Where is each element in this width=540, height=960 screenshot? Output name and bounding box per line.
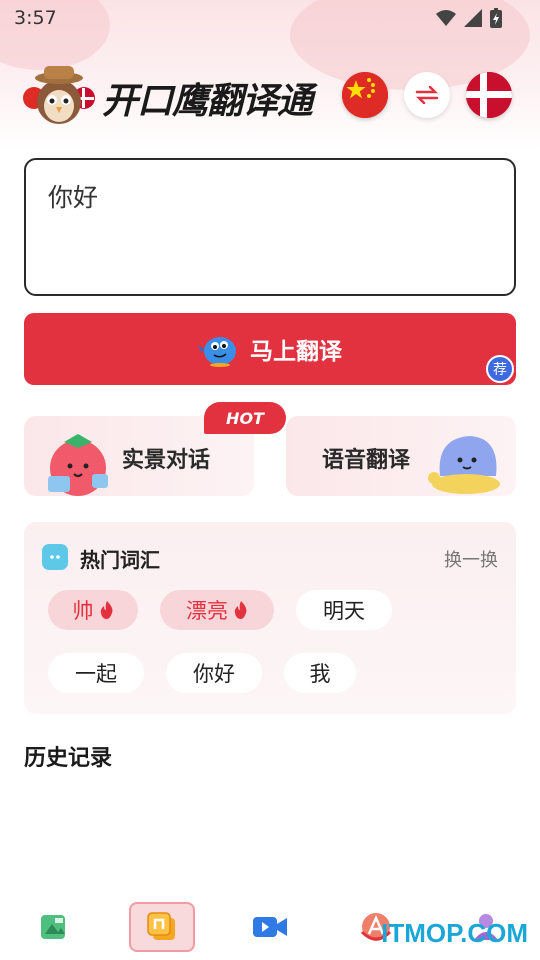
app-title: 开口鹰翻译通 bbox=[102, 81, 313, 122]
nav-photo-translate[interactable] bbox=[22, 902, 86, 952]
voice-translate-label: 语音翻译 bbox=[322, 448, 411, 473]
strawberry-mascot-icon bbox=[48, 434, 108, 496]
word-chip[interactable]: 你好 bbox=[166, 653, 262, 693]
eagle-mascot-icon bbox=[23, 66, 95, 124]
status-bar: 3:57 bbox=[0, 0, 540, 36]
word-chip-label: 我 bbox=[309, 662, 331, 686]
app-header: 开口鹰翻译通 bbox=[0, 62, 540, 132]
scene-dialogue-card[interactable]: 实景对话 HOT bbox=[24, 402, 286, 496]
nav-video[interactable] bbox=[238, 902, 302, 952]
nav-home-translate[interactable] bbox=[130, 902, 194, 952]
status-time: 3:57 bbox=[14, 7, 57, 29]
home-translate-icon bbox=[147, 912, 175, 940]
denmark-flag-icon bbox=[466, 72, 512, 118]
hot-tag: HOT bbox=[204, 402, 286, 434]
watermark: ITMOP.COM bbox=[381, 918, 528, 948]
photo-translate-icon bbox=[41, 915, 65, 939]
translate-input[interactable]: 你好 bbox=[24, 158, 516, 296]
source-language-button[interactable] bbox=[342, 72, 388, 118]
bird-mascot-icon bbox=[198, 337, 236, 367]
word-chip-label: 漂亮 bbox=[186, 599, 228, 623]
swap-language-button[interactable] bbox=[404, 72, 450, 118]
translate-button[interactable]: 马上翻译 荐 bbox=[24, 313, 516, 385]
word-chip-label: 帅 bbox=[72, 599, 94, 623]
history-title: 历史记录 bbox=[24, 746, 113, 771]
word-chip-label: 明天 bbox=[323, 599, 365, 623]
refresh-words-button[interactable]: 换一换 bbox=[444, 546, 498, 572]
battery-icon bbox=[490, 8, 502, 28]
recommend-badge: 荐 bbox=[486, 355, 514, 383]
signal-icon bbox=[464, 9, 482, 27]
voice-translate-card[interactable]: 语音翻译 bbox=[286, 416, 516, 496]
scene-dialogue-label: 实景对话 bbox=[122, 448, 211, 473]
word-chip[interactable]: 漂亮 bbox=[160, 590, 274, 630]
swap-arrows-icon bbox=[415, 86, 439, 104]
wifi-icon bbox=[436, 10, 456, 26]
hot-words-icon bbox=[42, 544, 68, 570]
hot-words-title: 热门词汇 bbox=[80, 548, 160, 572]
hot-words-panel: 热门词汇 换一换 帅 漂亮 明天 一起 你好 我 bbox=[24, 522, 516, 714]
word-chip[interactable]: 帅 bbox=[48, 590, 138, 630]
word-chip[interactable]: 明天 bbox=[296, 590, 392, 630]
word-chip[interactable]: 我 bbox=[284, 653, 356, 693]
flame-icon bbox=[234, 601, 247, 619]
word-chip-label: 你好 bbox=[193, 662, 235, 686]
word-chip-label: 一起 bbox=[75, 662, 117, 686]
video-icon bbox=[253, 917, 287, 937]
blob-mascot-icon bbox=[428, 436, 500, 494]
target-language-button[interactable] bbox=[466, 72, 512, 118]
flame-icon bbox=[100, 601, 112, 619]
word-chip[interactable]: 一起 bbox=[48, 653, 144, 693]
input-text[interactable]: 你好 bbox=[48, 178, 98, 214]
translate-button-label: 马上翻译 bbox=[250, 339, 342, 365]
china-flag-icon bbox=[342, 72, 388, 118]
